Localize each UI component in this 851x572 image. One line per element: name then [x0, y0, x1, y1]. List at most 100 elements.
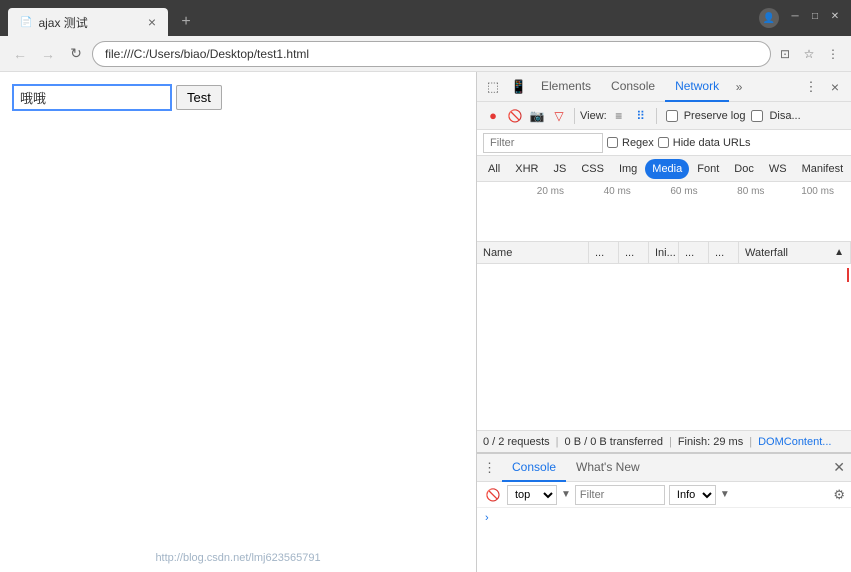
inspect-icon[interactable]: ⬚	[481, 75, 505, 99]
console-more-button[interactable]: ⋮	[483, 460, 496, 476]
type-ws[interactable]: WS	[762, 159, 794, 179]
finish-time: Finish: 29 ms	[678, 436, 743, 448]
disable-cache-checkbox[interactable]	[751, 110, 763, 122]
timeline-area: 20 ms 40 ms 60 ms 80 ms 100 ms	[477, 182, 851, 242]
th-name[interactable]: Name	[477, 242, 589, 263]
dom-content-link[interactable]: DOMContent...	[758, 436, 831, 448]
filter-bar: Regex Hide data URLs	[477, 130, 851, 156]
network-toolbar: ● 🚫 📷 ▽ View: ≡ ⠿ Preserve log Disa...	[477, 102, 851, 130]
address-icons: ⊡ ☆ ⋮	[775, 44, 843, 64]
th-waterfall[interactable]: Waterfall ▲	[739, 242, 851, 263]
clear-button[interactable]: 🚫	[505, 106, 525, 126]
filter-input[interactable]	[483, 133, 603, 153]
requests-count: 0 / 2 requests	[483, 436, 550, 448]
view-label: View:	[580, 110, 607, 122]
new-tab-button[interactable]: +	[172, 8, 200, 36]
more-tabs-button[interactable]: »	[729, 80, 749, 94]
type-css[interactable]: CSS	[574, 159, 611, 179]
type-font[interactable]: Font	[690, 159, 726, 179]
type-manifest[interactable]: Manifest	[795, 159, 851, 179]
tab-network[interactable]: Network	[665, 72, 729, 102]
address-bar: ← → ↻ ⊡ ☆ ⋮	[0, 36, 851, 72]
hide-data-checkbox[interactable]	[658, 137, 669, 148]
filter-icon[interactable]: ▽	[549, 106, 569, 126]
th-initiator[interactable]: Ini...	[649, 242, 679, 263]
console-tabs: ⋮ Console What's New ✕	[477, 454, 851, 482]
whats-new-tab[interactable]: What's New	[566, 454, 650, 482]
hide-data-label: Hide data URLs	[673, 137, 751, 149]
tab-elements[interactable]: Elements	[531, 72, 601, 102]
table-header: Name ... ... Ini... ... ... Waterfall ▲	[477, 242, 851, 264]
devtools-more-icon[interactable]: ⋮	[799, 75, 823, 99]
tab-console[interactable]: Console	[601, 72, 665, 102]
camera-icon[interactable]: 📷	[527, 106, 547, 126]
record-button[interactable]: ●	[483, 106, 503, 126]
console-context-select[interactable]: top	[507, 485, 557, 505]
watermark: http://blog.csdn.net/lmj623565791	[155, 552, 320, 564]
toolbar-divider	[574, 108, 575, 124]
devtools-panel: ⬚ 📱 Elements Console Network » ⋮ ×	[476, 72, 851, 572]
cast-icon[interactable]: ⊡	[775, 44, 795, 64]
reload-button[interactable]: ↻	[64, 42, 88, 66]
timeline-mark-40: 40 ms	[584, 186, 651, 197]
view-group-icon[interactable]: ⠿	[631, 106, 651, 126]
page-content: Test http://blog.csdn.net/lmj623565791	[0, 72, 476, 572]
console-toolbar: 🚫 top ▼ Info ▼ ⚙	[477, 482, 851, 508]
profile-icon[interactable]: 👤	[759, 8, 779, 28]
disable-label: Disa...	[769, 110, 800, 122]
th-status[interactable]: ...	[589, 242, 619, 263]
console-tab[interactable]: Console	[502, 454, 566, 482]
maximize-button[interactable]: □	[807, 8, 823, 24]
devtools-close-button[interactable]: ×	[823, 75, 847, 99]
page-input[interactable]	[12, 84, 172, 111]
type-filter: All XHR JS CSS Img Media Font Doc WS Man…	[477, 156, 851, 182]
bookmark-icon[interactable]: ☆	[799, 44, 819, 64]
regex-label: Regex	[622, 137, 654, 149]
type-js[interactable]: JS	[546, 159, 573, 179]
menu-icon[interactable]: ⋮	[823, 44, 843, 64]
type-media[interactable]: Media	[645, 159, 689, 179]
devtools-tabs: ⬚ 📱 Elements Console Network » ⋮ ×	[477, 72, 851, 102]
th-time[interactable]: ...	[709, 242, 739, 263]
view-list-icon[interactable]: ≡	[609, 106, 629, 126]
timeline-ruler: 20 ms 40 ms 60 ms 80 ms 100 ms	[477, 182, 851, 202]
console-close-button[interactable]: ✕	[833, 459, 845, 476]
address-input[interactable]	[92, 41, 771, 67]
timeline-mark-100: 100 ms	[784, 186, 851, 197]
close-button[interactable]: ✕	[827, 8, 843, 24]
console-arrow[interactable]: ›	[485, 512, 489, 524]
type-doc[interactable]: Doc	[727, 159, 761, 179]
browser-tab[interactable]: 📄 ajax 测试 ×	[8, 8, 168, 36]
device-icon[interactable]: 📱	[507, 75, 531, 99]
preserve-log-checkbox[interactable]	[666, 110, 678, 122]
waterfall-label: Waterfall	[745, 247, 788, 259]
type-img[interactable]: Img	[612, 159, 644, 179]
favicon-icon: 📄	[20, 17, 32, 28]
console-settings-icon[interactable]: ⚙	[833, 487, 845, 503]
type-xhr[interactable]: XHR	[508, 159, 545, 179]
network-status-bar: 0 / 2 requests | 0 B / 0 B transferred |…	[477, 430, 851, 452]
main-area: Test http://blog.csdn.net/lmj623565791 ⬚…	[0, 72, 851, 572]
waterfall-bar	[847, 268, 849, 282]
back-button[interactable]: ←	[8, 42, 32, 66]
type-all[interactable]: All	[481, 159, 507, 179]
forward-button[interactable]: →	[36, 42, 60, 66]
console-level-select[interactable]: Info	[669, 485, 716, 505]
devtools-tabs-list: Elements Console Network »	[531, 72, 799, 102]
window-controls: 👤 ─ □ ✕	[759, 8, 843, 28]
title-bar: 📄 ajax 测试 × + 👤 ─ □ ✕	[0, 0, 851, 36]
close-tab-button[interactable]: ×	[148, 14, 156, 30]
timeline-mark-60: 60 ms	[651, 186, 718, 197]
minimize-button[interactable]: ─	[787, 8, 803, 24]
timeline-mark-80: 80 ms	[717, 186, 784, 197]
th-type[interactable]: ...	[619, 242, 649, 263]
th-size[interactable]: ...	[679, 242, 709, 263]
tab-area: 📄 ajax 测试 × +	[8, 0, 755, 36]
test-button[interactable]: Test	[176, 85, 222, 110]
browser-window: 📄 ajax 测试 × + 👤 ─ □ ✕ ← → ↻ ⊡ ☆ ⋮	[0, 0, 851, 572]
console-filter-input[interactable]	[575, 485, 665, 505]
console-no-icon[interactable]: 🚫	[483, 485, 503, 505]
transferred-size: 0 B / 0 B transferred	[565, 436, 663, 448]
regex-checkbox[interactable]	[607, 137, 618, 148]
timeline-mark-20: 20 ms	[517, 186, 584, 197]
